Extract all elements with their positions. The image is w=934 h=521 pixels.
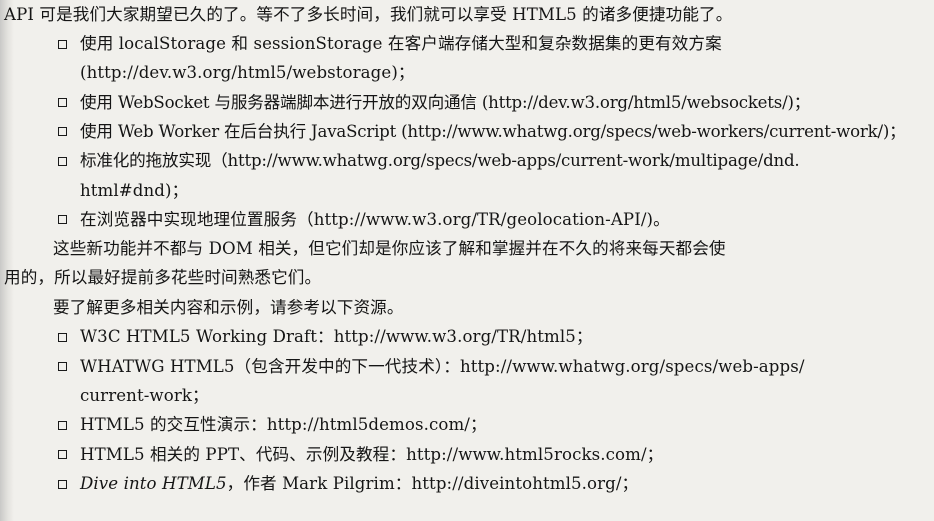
bullet-square-icon — [58, 450, 67, 459]
feature-item-2-line-1: 使用 WebSocket 与服务器端脚本进行开放的双向通信 (http://de… — [80, 93, 811, 112]
document-page: API 可是我们大家期望已久的了。等不了多长时间，我们就可以享受 HTML5 的… — [0, 0, 934, 521]
resource-item-2-line-2: current-work； — [80, 386, 209, 405]
resource-item-5-rest: ，作者 Mark Pilgrim：http://diveintohtml5.or… — [226, 474, 639, 493]
intro-line: API 可是我们大家期望已久的了。等不了多长时间，我们就可以享受 HTML5 的… — [4, 5, 733, 24]
feature-item-5-line-1: 在浏览器中实现地理位置服务（http://www.w3.org/TR/geolo… — [80, 210, 670, 229]
feature-item-1-line-1: 使用 localStorage 和 sessionStorage 在客户端存储大… — [80, 34, 722, 53]
bullet-square-icon — [58, 362, 67, 371]
bullet-square-icon — [58, 421, 67, 430]
bullet-square-icon — [58, 157, 67, 166]
feature-item-3-line-1: 使用 Web Worker 在后台执行 JavaScript (http://w… — [80, 122, 906, 141]
resource-item-3-line-1: HTML5 的交互性演示：http://html5demos.com/； — [80, 415, 487, 434]
resource-item-4-line-1: HTML5 相关的 PPT、代码、示例及教程：http://www.html5r… — [80, 445, 664, 464]
resource-item-2-line-1: WHATWG HTML5（包含开发中的下一代技术）：http://www.wha… — [80, 357, 805, 376]
resource-item-5-line-1: Dive into HTML5，作者 Mark Pilgrim：http://d… — [80, 473, 638, 495]
book-title-dive-into-html5: Dive into HTML5 — [80, 474, 227, 493]
bullet-square-icon — [58, 215, 67, 224]
feature-item-4-line-2: html#dnd)； — [80, 181, 189, 200]
bullet-square-icon — [58, 333, 67, 342]
resource-item-1-line-1: W3C HTML5 Working Draft：http://www.w3.or… — [80, 327, 593, 346]
feature-item-4-line-1: 标准化的拖放实现（http://www.whatwg.org/specs/web… — [80, 151, 800, 170]
bullet-square-icon — [58, 98, 67, 107]
feature-item-1-line-2: (http://dev.w3.org/html5/webstorage)； — [80, 63, 415, 82]
bullet-square-icon — [58, 480, 67, 489]
paragraph-3: 要了解更多相关内容和示例，请参考以下资源。 — [53, 298, 404, 317]
bullet-square-icon — [58, 127, 67, 136]
bullet-square-icon — [58, 40, 67, 49]
paragraph-2-line-2: 用的，所以最好提前多花些时间熟悉它们。 — [4, 268, 322, 287]
paragraph-2-line-1: 这些新功能并不都与 DOM 相关，但它们却是你应该了解和掌握并在不久的将来每天都… — [53, 239, 726, 258]
